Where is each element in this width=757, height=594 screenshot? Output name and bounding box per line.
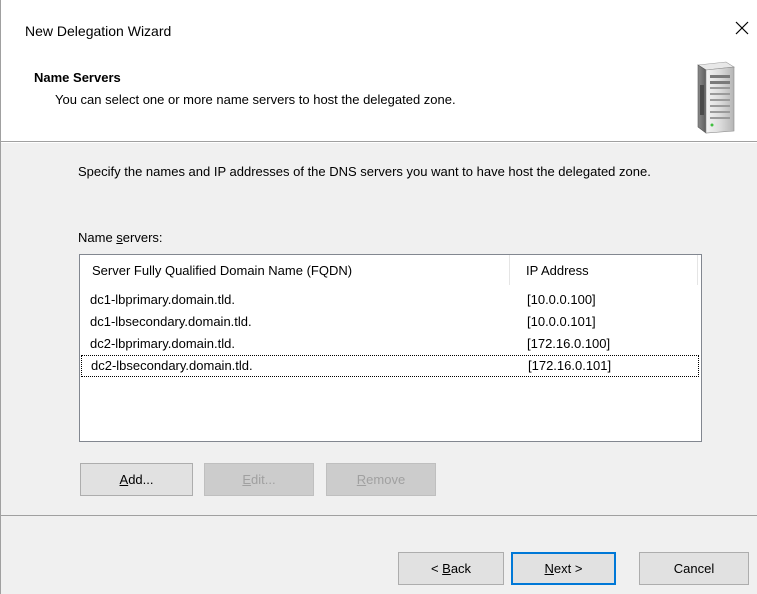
wizard-header: Name Servers You can select one or more … bbox=[1, 44, 757, 142]
list-header: Server Fully Qualified Domain Name (FQDN… bbox=[80, 255, 701, 285]
column-header-ip[interactable]: IP Address bbox=[510, 255, 698, 285]
table-row[interactable]: dc2-lbprimary.domain.tld. [172.16.0.100] bbox=[80, 333, 701, 355]
edit-label: dit... bbox=[251, 472, 276, 487]
ip-cell: [172.16.0.101] bbox=[528, 358, 612, 373]
add-accel: A bbox=[119, 472, 129, 487]
back-prefix: < bbox=[430, 561, 443, 576]
remove-button[interactable]: Remove bbox=[326, 463, 436, 496]
remove-accel: R bbox=[356, 472, 367, 487]
fqdn-cell: dc1-lbsecondary.domain.tld. bbox=[90, 314, 252, 329]
cancel-button[interactable]: Cancel bbox=[639, 552, 749, 585]
ip-cell: [172.16.0.100] bbox=[527, 336, 611, 351]
fqdn-cell: dc2-lbsecondary.domain.tld. bbox=[91, 358, 253, 373]
next-label: ext > bbox=[553, 561, 583, 576]
close-icon bbox=[735, 21, 749, 35]
add-label: dd... bbox=[128, 472, 154, 487]
wizard-body: Specify the names and IP addresses of th… bbox=[1, 143, 757, 515]
add-button[interactable]: Add... bbox=[80, 463, 193, 496]
page-subtitle: You can select one or more name servers … bbox=[55, 92, 456, 107]
name-servers-label: Name servers: bbox=[78, 230, 163, 245]
back-accel: B bbox=[442, 561, 451, 576]
edit-button[interactable]: Edit... bbox=[204, 463, 314, 496]
ip-cell: [10.0.0.101] bbox=[527, 314, 596, 329]
name-servers-list[interactable]: Server Fully Qualified Domain Name (FQDN… bbox=[79, 254, 702, 442]
remove-label: emove bbox=[366, 472, 406, 487]
fqdn-cell: dc2-lbprimary.domain.tld. bbox=[90, 336, 235, 351]
close-button[interactable] bbox=[726, 12, 757, 44]
next-button[interactable]: Next > bbox=[511, 552, 616, 585]
instruction-text: Specify the names and IP addresses of th… bbox=[78, 164, 651, 179]
next-accel: N bbox=[544, 561, 554, 576]
back-label: ack bbox=[450, 561, 472, 576]
ip-cell: [10.0.0.100] bbox=[527, 292, 596, 307]
wizard-window: New Delegation Wizard Name Servers You c… bbox=[0, 0, 757, 594]
window-title: New Delegation Wizard bbox=[25, 23, 172, 39]
edit-accel: E bbox=[242, 472, 252, 487]
server-icon bbox=[697, 61, 735, 134]
fqdn-cell: dc1-lbprimary.domain.tld. bbox=[90, 292, 235, 307]
title-bar: New Delegation Wizard bbox=[1, 0, 757, 44]
back-button[interactable]: < Back bbox=[398, 552, 504, 585]
wizard-footer: < Back Next > Cancel bbox=[1, 515, 757, 594]
ns-label-prefix: Name bbox=[78, 230, 117, 245]
table-row[interactable]: dc2-lbsecondary.domain.tld. [172.16.0.10… bbox=[81, 355, 699, 377]
ns-label-suffix: ervers: bbox=[122, 230, 163, 245]
column-header-fqdn[interactable]: Server Fully Qualified Domain Name (FQDN… bbox=[80, 255, 510, 285]
table-row[interactable]: dc1-lbprimary.domain.tld. [10.0.0.100] bbox=[80, 289, 701, 311]
page-title: Name Servers bbox=[34, 70, 121, 85]
table-row[interactable]: dc1-lbsecondary.domain.tld. [10.0.0.101] bbox=[80, 311, 701, 333]
